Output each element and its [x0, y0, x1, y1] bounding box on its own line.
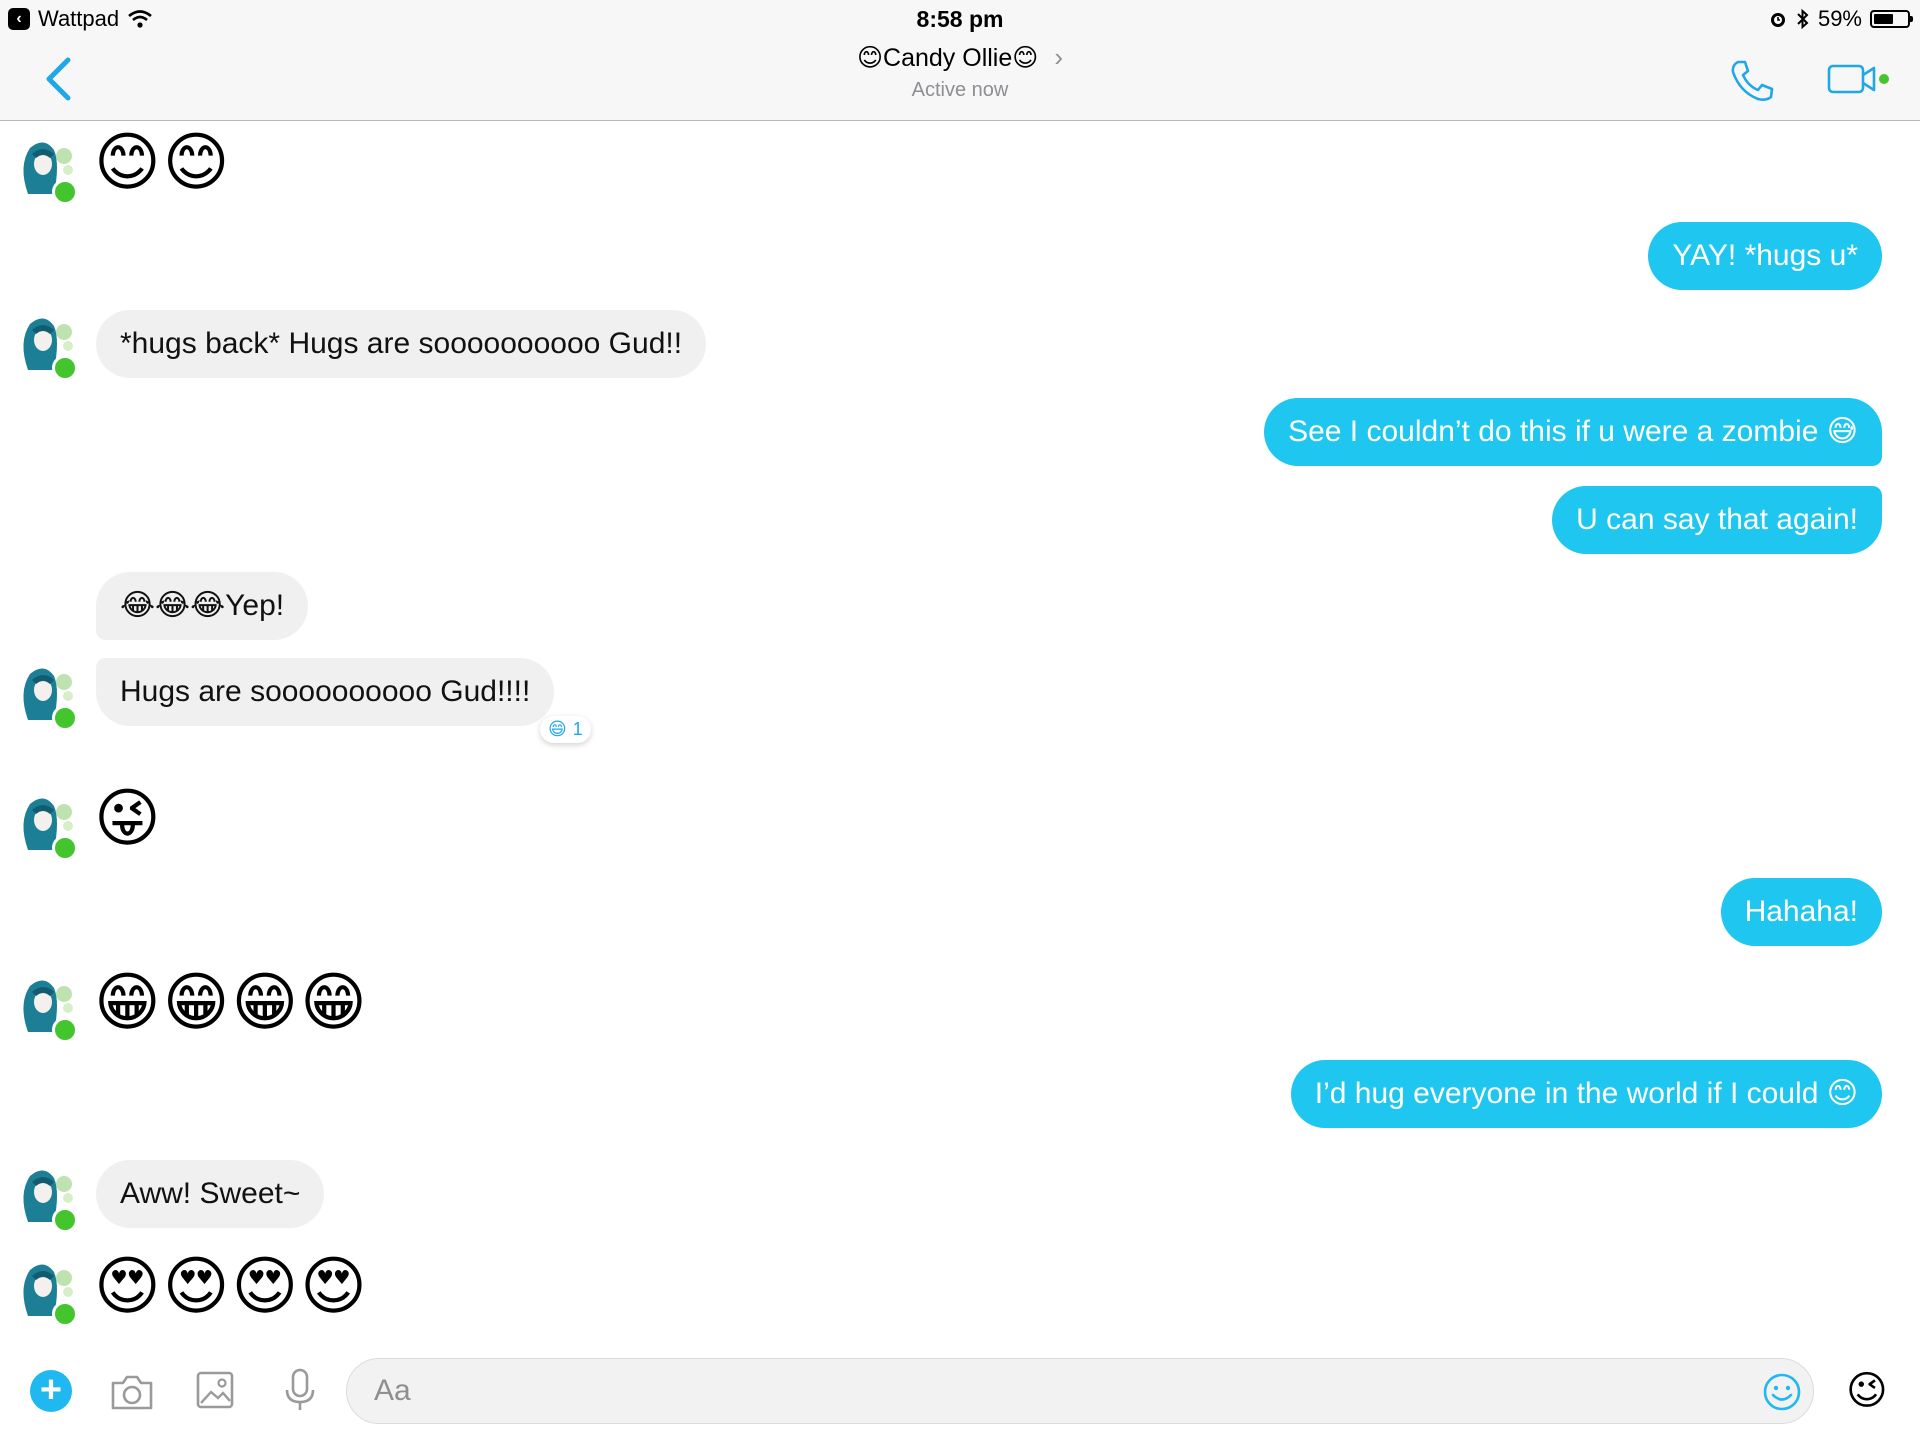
status-bar: ‹ Wattpad 8:58 pm 59% — [0, 0, 1920, 40]
message-bubble-incoming[interactable]: 😜 — [94, 780, 163, 856]
battery-icon — [1870, 10, 1913, 28]
message-bubble-outgoing[interactable]: I’d hug everyone in the world if I could… — [1290, 1060, 1882, 1128]
contact-avatar[interactable] — [14, 662, 78, 731]
contact-avatar[interactable] — [14, 136, 78, 205]
message-bubble-incoming[interactable]: *hugs back* Hugs are soooooooooo Gud!! — [96, 310, 707, 378]
online-indicator — [52, 1017, 78, 1043]
online-indicator — [52, 179, 78, 205]
contact-avatar[interactable] — [14, 1164, 78, 1233]
message-input-placeholder: Aa — [374, 1374, 411, 1407]
message-bubble-outgoing[interactable]: U can say that again! — [1552, 486, 1882, 554]
status-time: 8:58 pm — [916, 6, 1004, 32]
message-bubble-outgoing[interactable]: Hahaha! — [1720, 878, 1882, 946]
contact-name: 😊Candy Ollie😊 — [856, 43, 1039, 72]
message-bubble-incoming[interactable]: 😂😂😂Yep! — [96, 572, 309, 640]
chevron-right-icon: › — [1054, 42, 1064, 72]
active-status: Active now — [911, 79, 1009, 101]
message-bubble-incoming[interactable]: Aww! Sweet~ — [96, 1160, 325, 1228]
message-bubble-outgoing[interactable]: YAY! *hugs u* — [1648, 222, 1882, 290]
message-bubble-incoming[interactable]: 😁😁😁😁 — [94, 964, 369, 1040]
battery-percent: 59% — [1817, 6, 1862, 31]
phone-icon[interactable] — [1728, 58, 1776, 102]
message-bubble-incoming[interactable]: 😊😊 — [94, 124, 231, 200]
alarm-icon — [1770, 13, 1785, 27]
online-indicator — [52, 705, 78, 731]
contact-avatar[interactable] — [14, 792, 78, 861]
plus-icon[interactable]: + — [30, 1370, 72, 1412]
message-reaction[interactable]: 😄 1 — [540, 716, 591, 743]
reaction-emoji: 😄 — [548, 719, 567, 739]
message-input[interactable] — [346, 1358, 1814, 1424]
bluetooth-icon — [1797, 8, 1809, 30]
microphone-icon[interactable] — [276, 1366, 324, 1414]
contact-avatar[interactable] — [14, 312, 78, 381]
contact-avatar[interactable] — [14, 1258, 78, 1327]
message-bubble-incoming[interactable]: Hugs are soooooooooo Gud!!!! — [96, 658, 555, 726]
online-indicator — [52, 1301, 78, 1327]
online-indicator — [52, 355, 78, 381]
online-indicator — [52, 835, 78, 861]
online-indicator — [52, 1207, 78, 1233]
quick-emoji-button[interactable]: 😉 — [1846, 1368, 1888, 1414]
smiley-icon[interactable] — [1762, 1372, 1802, 1412]
reaction-count: 1 — [572, 719, 583, 739]
status-right: 59% — [1768, 6, 1913, 32]
conversation-title[interactable]: 😊Candy Ollie😊 › Active now — [0, 42, 1920, 102]
contact-avatar[interactable] — [14, 974, 78, 1043]
message-bubble-incoming[interactable]: 😍😍😍😍 — [94, 1248, 369, 1324]
message-bubble-outgoing[interactable]: See I couldn’t do this if u were a zombi… — [1264, 398, 1882, 466]
camera-icon[interactable] — [108, 1368, 156, 1416]
video-camera-icon[interactable] — [1826, 62, 1892, 96]
image-icon[interactable] — [192, 1366, 240, 1414]
